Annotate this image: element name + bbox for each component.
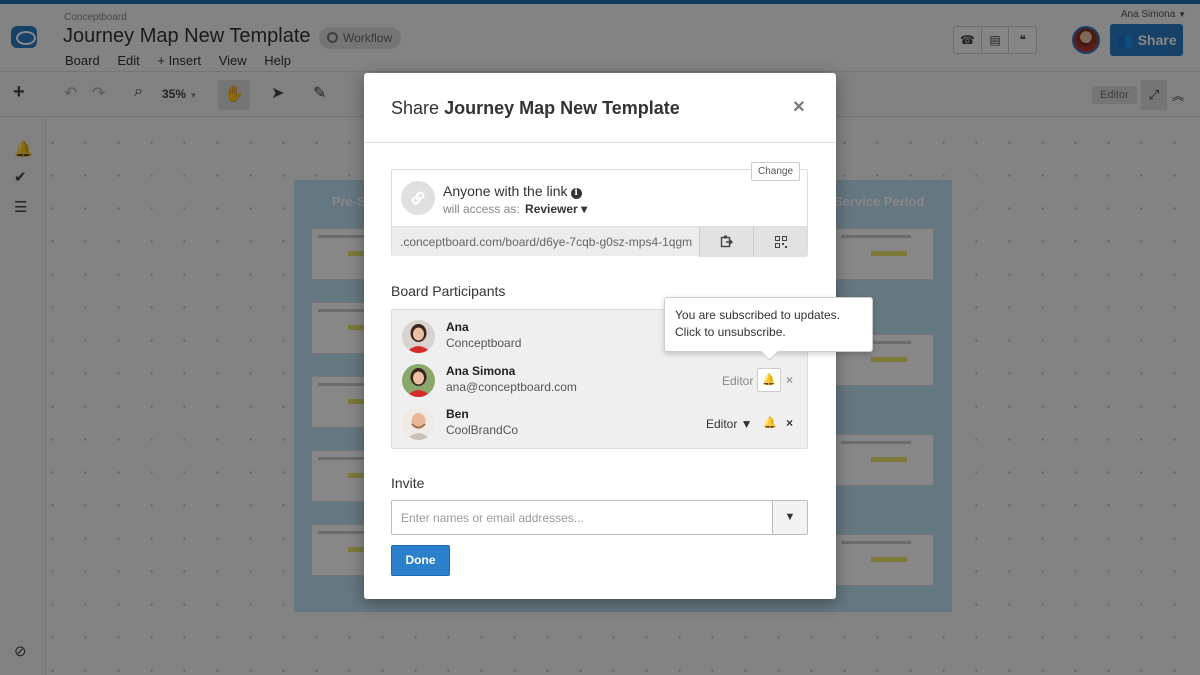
dialog-title: Share Journey Map New Template [391,98,680,119]
participant-organization: Conceptboard [446,336,522,350]
avatar [402,364,435,397]
subscribe-bell-icon[interactable]: 🔔 [757,368,781,392]
participant-name: Ana Simona [446,364,516,378]
qr-code-icon[interactable] [753,227,807,257]
participant-name: Ana [446,320,469,334]
board-link-url[interactable]: .conceptboard.com/board/d6ye-7cqb-g0sz-m… [400,235,692,249]
remove-participant-icon[interactable]: × [786,373,793,387]
link-url-row: .conceptboard.com/board/d6ye-7cqb-g0sz-m… [392,226,807,257]
done-button[interactable]: Done [391,545,450,576]
participant-role-dropdown[interactable]: Editor ▼ [706,417,753,431]
dialog-title-board-name: Journey Map New Template [444,98,680,118]
copy-link-icon[interactable] [699,227,753,257]
tooltip-line-2: Click to unsubscribe. [675,325,786,339]
link-icon [401,181,435,215]
access-prefix: will access as: [443,202,520,216]
subscribe-bell-icon[interactable]: 🔔 [763,416,777,429]
invite-label: Invite [391,475,425,491]
info-icon[interactable]: i [570,188,582,199]
link-access-heading-text: Anyone with the link [443,183,568,199]
participant-email: ana@conceptboard.com [446,380,577,394]
close-icon[interactable]: × [793,96,805,119]
invite-dropdown-icon[interactable]: ▼ [772,501,807,534]
dialog-header: Share Journey Map New Template × [364,73,836,143]
participant-name: Ben [446,407,469,421]
avatar [402,320,435,353]
participant-row: Ana Simona ana@conceptboard.com Editor 🔔… [392,360,807,403]
change-link-button[interactable]: Change [751,162,800,181]
invite-input[interactable] [392,501,772,534]
link-access-heading: Anyone with the link i [443,183,582,199]
share-dialog: Share Journey Map New Template × Change … [364,73,873,599]
participant-role: Editor [722,374,754,388]
participant-organization: CoolBrandCo [446,423,519,437]
tooltip-line-1: You are subscribed to updates. [675,308,841,322]
avatar [402,407,435,440]
link-role-dropdown[interactable]: Reviewer ▾ [525,202,587,216]
subscription-tooltip: You are subscribed to updates. Click to … [664,297,873,352]
participant-row: Ben CoolBrandCo Editor ▼ 🔔 × [392,403,807,446]
dialog-title-prefix: Share [391,98,440,118]
link-access-role: will access as: Reviewer ▾ [443,202,587,216]
link-sharing-panel: Change Anyone with the link i will access… [391,162,808,257]
participants-label: Board Participants [391,283,506,299]
remove-participant-icon[interactable]: × [786,416,793,430]
invite-field-group: ▼ [391,500,808,535]
